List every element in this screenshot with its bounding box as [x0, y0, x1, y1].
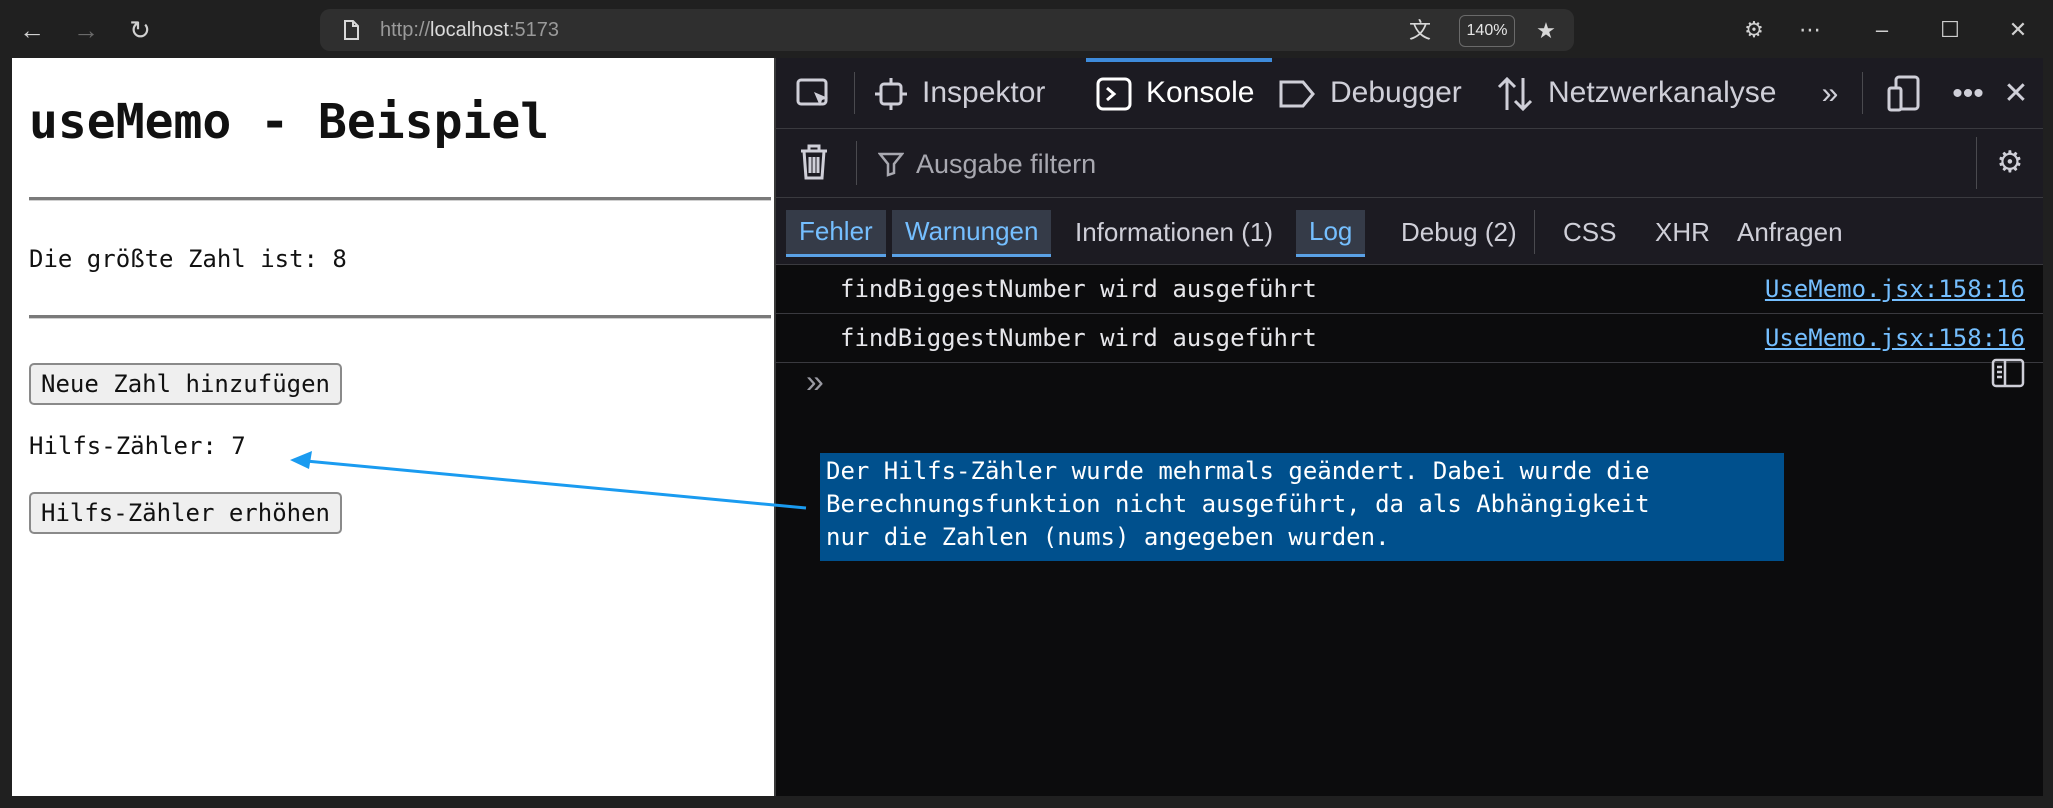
tab-netzwerkanalyse[interactable]: Netzwerkanalyse [1496, 58, 1776, 128]
level-informationen[interactable]: Informationen (1) [1062, 210, 1286, 254]
level-css[interactable]: CSS [1550, 210, 1629, 254]
separator [1534, 210, 1535, 254]
level-debug[interactable]: Debug (2) [1388, 210, 1530, 254]
devtools-menu-icon[interactable]: ••• [1948, 74, 1988, 114]
divider [29, 315, 771, 319]
address-bar[interactable]: http://localhost:5173 文 140% ★ [320, 9, 1574, 51]
favorites-icon[interactable]: ★ [1532, 17, 1560, 45]
level-log[interactable]: Log [1296, 210, 1366, 257]
more-tabs-icon[interactable]: » [1810, 74, 1850, 114]
forward-icon[interactable]: → [68, 12, 104, 48]
tab-label: Konsole [1146, 76, 1255, 109]
settings-gear-icon[interactable]: ⚙ [1990, 143, 2030, 183]
url-scheme: http:// [380, 19, 431, 41]
trash-icon[interactable] [794, 143, 834, 183]
devtools-panel: Inspektor Konsole Debugger Netzwerkanaly… [774, 58, 2043, 796]
message-text: findBiggestNumber wird ausgeführt [840, 275, 1317, 303]
translate-icon[interactable]: 文 [1406, 17, 1434, 45]
browser-toolbar: ← → ↻ http://localhost:5173 文 140% ★ ⚙ ⋯… [0, 0, 2053, 58]
separator [856, 141, 857, 185]
console-prompt-icon[interactable]: » [806, 363, 824, 400]
close-window-icon[interactable]: ✕ [1998, 12, 2038, 48]
responsive-design-icon[interactable] [1884, 74, 1924, 114]
level-fehler[interactable]: Fehler [786, 210, 886, 257]
maximize-icon[interactable]: ☐ [1930, 12, 1970, 48]
sidebar-toggle-icon[interactable] [1991, 358, 2025, 388]
filter-icon [878, 152, 904, 177]
devtools-toolbar: Inspektor Konsole Debugger Netzwerkanaly… [776, 58, 2043, 129]
tab-inspektor[interactable]: Inspektor [874, 58, 1045, 128]
minimize-icon[interactable]: – [1862, 12, 1902, 48]
biggest-number-text: Die größte Zahl ist: 8 [29, 245, 347, 273]
page-title: useMemo - Beispiel [29, 94, 550, 150]
separator [1976, 137, 1977, 189]
separator [854, 72, 855, 114]
more-menu-icon[interactable]: ⋯ [1790, 12, 1830, 48]
level-xhr[interactable]: XHR [1642, 210, 1723, 254]
annotation-line: Berechnungsfunktion nicht ausgeführt, da… [826, 490, 1650, 518]
divider [29, 197, 771, 201]
network-icon [1497, 76, 1533, 112]
filter-input[interactable]: Ausgabe filtern [916, 149, 1096, 180]
back-icon[interactable]: ← [14, 12, 50, 48]
console-icon [1096, 77, 1132, 111]
tab-label: Netzwerkanalyse [1548, 76, 1777, 109]
console-filter-bar: Ausgabe filtern ⚙ [776, 129, 2043, 198]
message-text: findBiggestNumber wird ausgeführt [840, 324, 1317, 352]
log-level-filters: Fehler Warnungen Informationen (1) Log D… [776, 198, 2043, 265]
debugger-icon [1279, 80, 1315, 108]
level-anfragen[interactable]: Anfragen [1724, 210, 1856, 254]
tab-label: Inspektor [922, 76, 1046, 109]
url-port: :5173 [508, 19, 560, 41]
tab-debugger[interactable]: Debugger [1278, 58, 1462, 128]
increment-helper-button[interactable]: Hilfs-Zähler erhöhen [29, 492, 342, 534]
console-message: findBiggestNumber wird ausgeführt UseMem… [776, 265, 2043, 314]
zoom-indicator[interactable]: 140% [1459, 15, 1515, 47]
annotation-line: nur die Zahlen (nums) angegeben wurden. [826, 523, 1390, 551]
helper-counter-text: Hilfs-Zähler: 7 [29, 432, 246, 460]
message-source-link[interactable]: UseMemo.jsx:158:16 [1765, 324, 2025, 352]
annotation-callout: Der Hilfs-Zähler wurde mehrmals geändert… [820, 453, 1784, 561]
web-page: useMemo - Beispiel Die größte Zahl ist: … [12, 58, 774, 796]
url-text[interactable]: http://localhost:5173 [380, 19, 559, 42]
message-source-link[interactable]: UseMemo.jsx:158:16 [1765, 275, 2025, 303]
annotation-line: Der Hilfs-Zähler wurde mehrmals geändert… [826, 457, 1650, 485]
add-number-button[interactable]: Neue Zahl hinzufügen [29, 363, 342, 405]
inspector-icon [875, 78, 907, 111]
url-host: localhost [430, 19, 509, 41]
separator [1862, 72, 1863, 114]
tab-konsole[interactable]: Konsole [1086, 58, 1273, 128]
extensions-icon[interactable]: ⚙ [1734, 12, 1774, 48]
console-message: findBiggestNumber wird ausgeführt UseMem… [776, 314, 2043, 363]
tab-label: Debugger [1330, 76, 1462, 109]
element-picker-icon[interactable] [794, 74, 834, 114]
page-info-icon[interactable] [340, 19, 362, 41]
reload-icon[interactable]: ↻ [122, 12, 158, 48]
close-devtools-icon[interactable]: ✕ [1996, 74, 2036, 114]
level-warnungen[interactable]: Warnungen [892, 210, 1052, 257]
